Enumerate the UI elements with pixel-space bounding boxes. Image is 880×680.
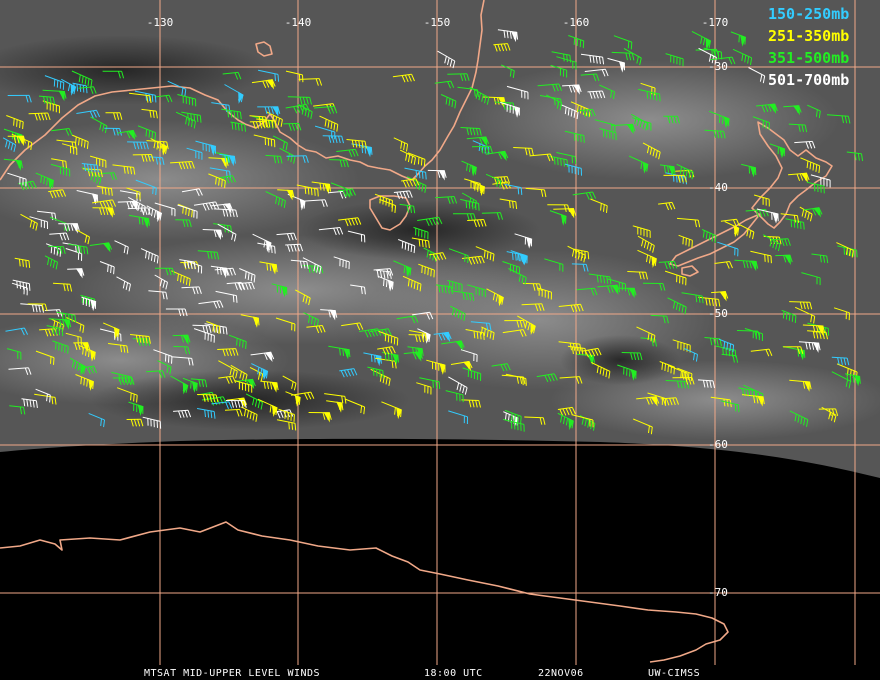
legend-item-150-250: 150-250mb	[768, 5, 849, 23]
lat-label: -50	[708, 307, 728, 320]
footer: MTSAT MID-UPPER LEVEL WINDS 18:00 UTC 22…	[144, 668, 700, 679]
lon-label: -130	[147, 16, 174, 29]
lat-label: -70	[708, 586, 728, 599]
lon-label: -140	[285, 16, 312, 29]
lat-label: -40	[708, 181, 728, 194]
lon-label: -170	[702, 16, 729, 29]
lon-label: -150	[424, 16, 451, 29]
legend-item-501-700: 501-700mb	[768, 71, 849, 89]
footer-product: MTSAT MID-UPPER LEVEL WINDS	[144, 668, 320, 679]
footer-source: UW-CIMSS	[648, 668, 700, 679]
legend-item-351-500: 351-500mb	[768, 49, 849, 67]
lat-label: -60	[708, 438, 728, 451]
footer-time: 18:00 UTC	[424, 668, 483, 679]
lon-label: -160	[563, 16, 590, 29]
antarctica-coast	[0, 521, 729, 663]
footer-date: 22NOV06	[538, 668, 584, 679]
lat-label: -30	[708, 60, 728, 73]
legend-item-251-350: 251-350mb	[768, 27, 849, 45]
map-canvas: -130 -140 -150 -160 -170 -30 -40 -50 -60…	[0, 0, 880, 679]
wind-map: -130 -140 -150 -160 -170 -30 -40 -50 -60…	[0, 0, 880, 680]
